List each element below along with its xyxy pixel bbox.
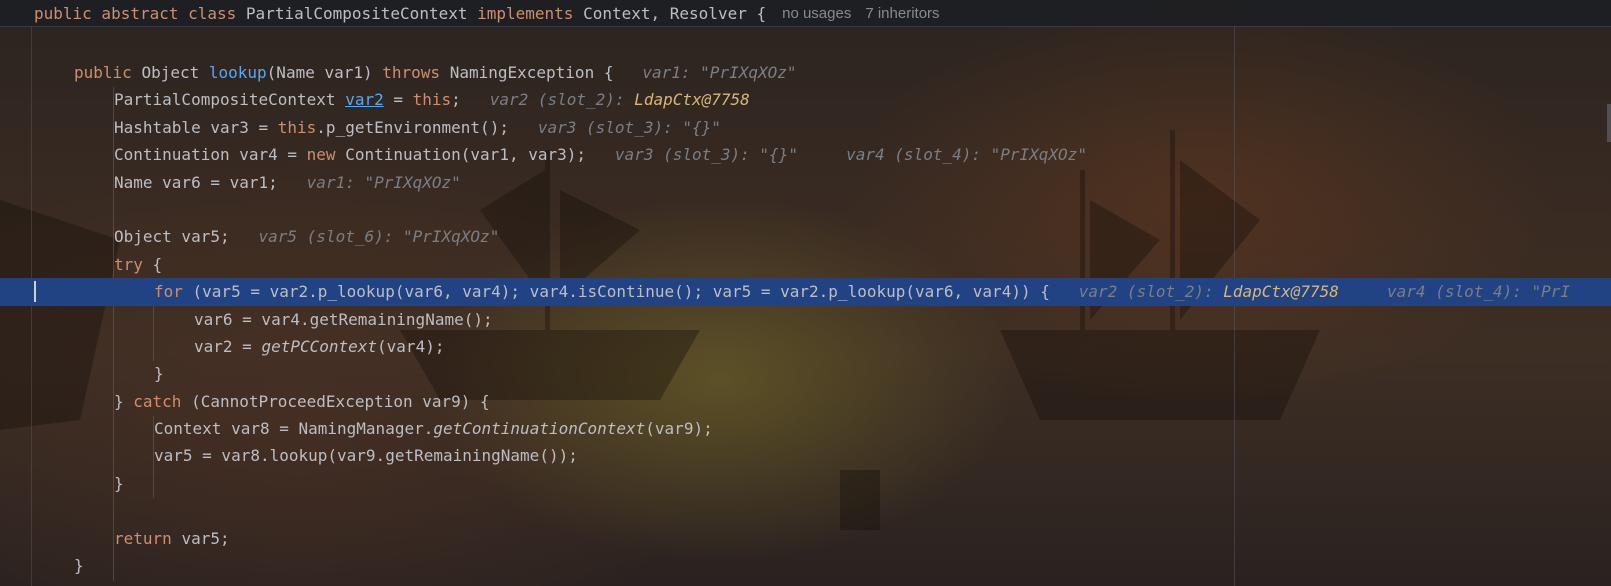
code-line[interactable]: } catch (CannotProceedException var9) {	[0, 388, 1611, 415]
code-line[interactable]: var2 = getPCContext(var4);	[0, 333, 1611, 360]
class-name[interactable]: PartialCompositeContext	[246, 4, 477, 23]
inlay-value-hint: var1: "PrIXqXOz"	[642, 63, 797, 82]
code-line[interactable]: var6 = var4.getRemainingName();	[0, 306, 1611, 333]
code-line[interactable]: Context var8 = NamingManager.getContinua…	[0, 415, 1611, 442]
method-call-getContinuationContext: getContinuationContext	[433, 419, 646, 439]
interfaces-list: Context, Resolver {	[583, 3, 767, 23]
code-line[interactable]: var5 = var8.lookup(var9.getRemainingName…	[0, 442, 1611, 469]
method-call-getPCContext: getPCContext	[261, 336, 378, 356]
current-execution-line[interactable]: for (var5 = var2.p_lookup(var6, var4); v…	[0, 278, 1611, 306]
inlay-value-hint: var3 (slot_3): "{}"	[537, 117, 721, 137]
inlay-value-hint: var4 (slot_4): "PrIXqXOz"	[846, 145, 1087, 165]
object-reference: LdapCtx@7758	[634, 90, 750, 110]
code-line[interactable]: return var5;	[0, 525, 1611, 552]
method-name-lookup: lookup	[208, 63, 267, 82]
inlay-value-hint: var1: "PrIXqXOz"	[306, 172, 461, 192]
object-reference: LdapCtx@7758	[1223, 282, 1339, 302]
code-line[interactable]: }	[0, 552, 1611, 579]
code-line-empty[interactable]	[0, 196, 1611, 223]
code-line[interactable]: try {	[0, 251, 1611, 278]
inlay-value-hint: var2 (slot_2):	[489, 90, 635, 110]
code-line-method-signature[interactable]: public Object lookup(Name var1) throws N…	[0, 59, 1611, 86]
public-abstract-class-keywords: public abstract class	[34, 3, 246, 23]
code-line[interactable]: Continuation var4 = new Continuation(var…	[0, 141, 1611, 168]
usages-hint[interactable]: no usages	[782, 5, 851, 22]
inheritors-hint[interactable]: 7 inheritors	[865, 5, 939, 22]
variable-link-var2[interactable]: var2	[345, 90, 384, 109]
inlay-value-hint: var5 (slot_6): "PrIXqXOz"	[258, 227, 500, 247]
code-line[interactable]: PartialCompositeContext var2 = this; var…	[0, 86, 1611, 113]
code-line[interactable]: }	[0, 470, 1611, 497]
code-line[interactable]: Hashtable var3 = this.p_getEnvironment()…	[0, 114, 1611, 141]
sticky-class-header[interactable]: public abstract class PartialCompositeCo…	[0, 0, 1611, 27]
inlay-value-hint: var2 (slot_2):	[1078, 282, 1224, 302]
inlay-value-hint: var3 (slot_3): "{}"	[614, 145, 798, 165]
code-line[interactable]: Object var5; var5 (slot_6): "PrIXqXOz"	[0, 223, 1611, 250]
code-line[interactable]: Name var6 = var1; var1: "PrIXqXOz"	[0, 169, 1611, 196]
text-caret	[34, 281, 36, 303]
code-line-empty[interactable]	[0, 497, 1611, 524]
code-line[interactable]: }	[0, 360, 1611, 387]
implements-keyword: implements	[477, 3, 584, 23]
inlay-value-hint: var4 (slot_4): "PrI	[1387, 282, 1571, 302]
code-editor[interactable]: public Object lookup(Name var1) throws N…	[0, 59, 1611, 581]
